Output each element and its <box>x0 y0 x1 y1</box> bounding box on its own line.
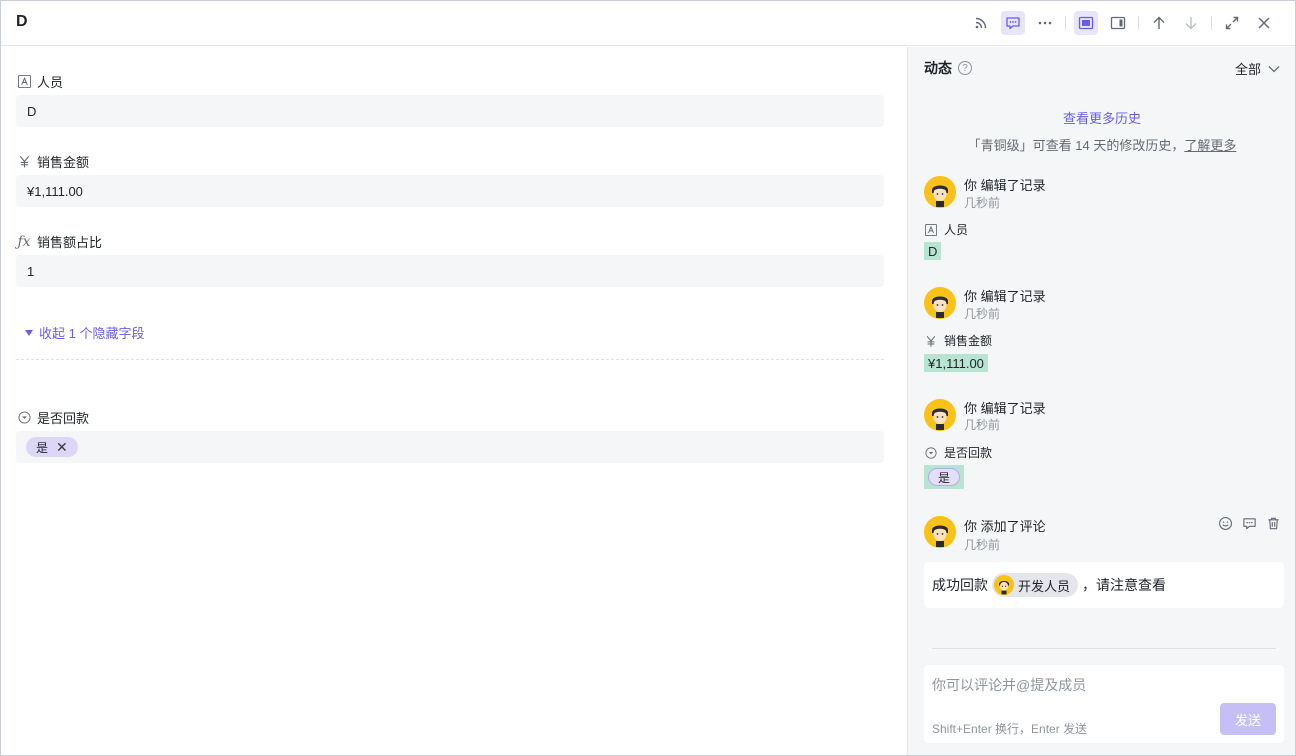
close-icon[interactable] <box>1252 11 1276 35</box>
field-label-sales-amount: 销售金额 <box>17 152 89 171</box>
avatar <box>924 287 956 319</box>
paid-back-field[interactable]: 是 ✕ <box>16 431 884 463</box>
text-field-icon <box>924 223 938 237</box>
comment-input-placeholder: 你可以评论并@提及成员 <box>932 677 1087 693</box>
activity-title: 你 编辑了记录 <box>964 289 1046 304</box>
field-label-text: 销售金额 <box>37 155 90 170</box>
formula-field-icon: ƒx <box>17 233 31 250</box>
delete-icon[interactable] <box>1266 516 1281 531</box>
option-chip: 是 <box>928 468 961 486</box>
comment-content: 成功回款 开发人员 ，请注意查看 <box>924 562 1284 608</box>
side-view-icon[interactable] <box>1106 11 1130 35</box>
activity-field-label: 是否回款 <box>944 446 993 460</box>
single-select-icon <box>17 411 31 425</box>
arrow-up-icon[interactable] <box>1147 11 1171 35</box>
comment-input[interactable]: 你可以评论并@提及成员 Shift+Enter 换行，Enter 发送 发送 <box>924 665 1284 743</box>
activity-new-value: 是 <box>924 465 965 489</box>
currency-field-icon <box>17 155 31 169</box>
more-history-link[interactable]: 查看更多历史 <box>908 108 1296 127</box>
sales-ratio-field[interactable]: 1 <box>16 255 884 287</box>
activity-field-label: 人员 <box>944 223 969 237</box>
single-select-icon <box>924 446 938 460</box>
learn-more-link[interactable]: 了解更多 <box>1184 138 1236 153</box>
header: D <box>1 1 1295 46</box>
avatar <box>924 516 956 548</box>
field-label-paid-back: 是否回款 <box>17 408 89 427</box>
currency-field-icon <box>924 334 938 348</box>
expand-icon[interactable] <box>1220 11 1244 35</box>
sales-amount-field[interactable]: ¥1,111.00 <box>16 175 884 207</box>
header-divider <box>1065 16 1066 30</box>
activity-filter-dropdown[interactable]: 全部 <box>1235 59 1281 78</box>
person-field[interactable]: D <box>16 95 884 127</box>
mention-name: 开发人员 <box>1018 578 1071 594</box>
mention-chip[interactable]: 开发人员 <box>992 573 1079 597</box>
help-icon[interactable]: ? <box>958 61 972 75</box>
field-label-person: 人员 <box>17 72 63 91</box>
send-button[interactable]: 发送 <box>1220 703 1276 735</box>
collapse-hidden-fields-link[interactable]: 收起 1 个隐藏字段 <box>25 323 144 342</box>
panel-title-text: 动态 <box>924 60 952 76</box>
chevron-down-icon <box>1268 65 1280 72</box>
activity-title: 你 编辑了记录 <box>964 401 1046 416</box>
activity-time: 几秒前 <box>964 418 1001 432</box>
field-label-sales-ratio: ƒx 销售额占比 <box>17 232 102 251</box>
record-title: D <box>16 13 28 30</box>
option-chip-label: 是 <box>36 440 49 455</box>
activity-field-label: 销售金额 <box>944 334 993 348</box>
field-label-text: 人员 <box>37 75 64 90</box>
divider <box>16 359 884 360</box>
comment-input-hint: Shift+Enter 换行，Enter 发送 <box>932 722 1088 736</box>
comment-text: ，请注意查看 <box>1082 577 1167 593</box>
field-label-text: 是否回款 <box>37 411 90 426</box>
activity-title: 你 添加了评论 <box>964 519 1046 534</box>
activity-field: 销售金额 <box>924 332 992 349</box>
comment-icon[interactable] <box>1001 11 1025 35</box>
activity-time: 几秒前 <box>964 538 1001 552</box>
collapse-hidden-label: 收起 1 个隐藏字段 <box>39 326 145 341</box>
divider <box>932 648 1276 649</box>
activity-field: 是否回款 <box>924 444 992 461</box>
arrow-down-icon[interactable] <box>1179 11 1203 35</box>
activity-panel-title: 动态 ? <box>924 58 972 78</box>
activity-new-value: ¥1,111.00 <box>924 354 988 372</box>
avatar <box>924 176 956 208</box>
activity-title: 你 编辑了记录 <box>964 178 1046 193</box>
more-icon[interactable] <box>1033 11 1057 35</box>
avatar <box>924 399 956 431</box>
header-divider <box>1138 16 1139 30</box>
header-divider <box>1211 16 1212 30</box>
record-form: 人员 D 销售金额 ¥1,111.00 ƒx 销售额占比 1 收起 1 个隐藏字… <box>1 47 907 755</box>
text-field-icon <box>17 75 31 89</box>
reply-icon[interactable] <box>1242 516 1257 531</box>
remove-option-icon[interactable]: ✕ <box>56 439 68 456</box>
activity-new-value: D <box>924 242 942 260</box>
activity-time: 几秒前 <box>964 196 1001 210</box>
comment-actions <box>1218 516 1281 531</box>
activity-time: 几秒前 <box>964 307 1001 321</box>
rss-icon[interactable] <box>969 11 993 35</box>
field-label-text: 销售额占比 <box>37 235 103 250</box>
option-chip: 是 ✕ <box>26 437 78 457</box>
comment-text: 成功回款 <box>932 577 988 593</box>
history-note-text: 「青铜级」可查看 14 天的修改历史， <box>967 138 1185 153</box>
filter-label: 全部 <box>1234 62 1261 77</box>
activity-panel: 动态 ? 全部 查看更多历史 「青铜级」可查看 14 天的修改历史，了解更多 你… <box>907 47 1295 755</box>
modal-view-icon[interactable] <box>1074 11 1098 35</box>
history-note: 「青铜级」可查看 14 天的修改历史，了解更多 <box>908 135 1296 154</box>
emoji-icon[interactable] <box>1218 516 1233 531</box>
activity-field: 人员 <box>924 221 968 238</box>
avatar <box>994 575 1014 595</box>
triangle-down-icon <box>25 329 33 336</box>
